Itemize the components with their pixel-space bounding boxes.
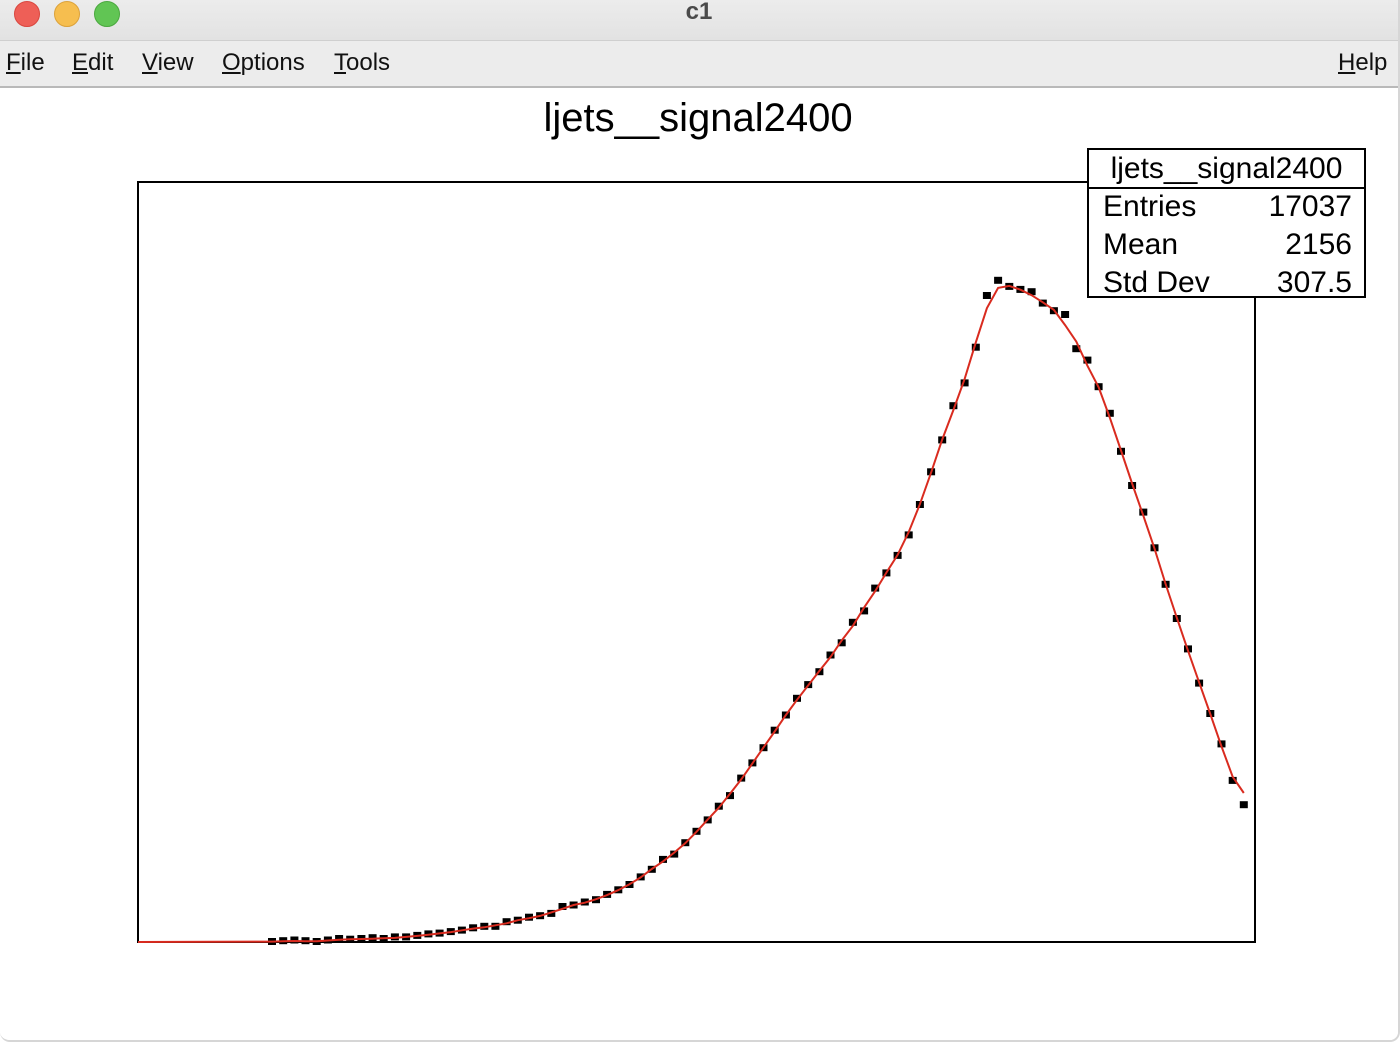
menu-help-label: elp <box>1355 49 1388 76</box>
menu-help-accel: H <box>1338 49 1356 76</box>
menu-options-label: ptions <box>240 49 305 76</box>
stats-box[interactable]: ljets__signal2400 Entries 17037 Mean 215… <box>1087 148 1366 299</box>
stats-row-entries: Entries 17037 <box>1089 190 1364 228</box>
stats-label: Mean <box>1103 228 1179 261</box>
stats-label: Std Dev <box>1103 266 1210 299</box>
data-marker <box>994 276 1003 284</box>
menu-tools-label: ools <box>346 49 391 76</box>
stats-value: 17037 <box>1268 190 1352 223</box>
data-marker <box>1061 311 1070 318</box>
stats-row-std-dev: Std Dev 307.5 <box>1089 266 1364 304</box>
menu-file-accel: F <box>6 49 21 76</box>
data-marker <box>1239 801 1248 809</box>
menu-view[interactable]: View <box>142 49 194 77</box>
window-title: c1 <box>685 0 713 25</box>
menu-file-label: ile <box>20 49 45 76</box>
stats-row-mean: Mean 2156 <box>1089 228 1364 266</box>
root-window: c1 File Edit View Options Tools Help lje… <box>0 0 1400 1042</box>
title-bar: c1 <box>0 0 1398 41</box>
data-marker <box>335 935 344 942</box>
root-canvas[interactable]: ljets__signal2400 ljets__signal2400 Entr… <box>0 88 1398 1040</box>
menu-edit-label: dit <box>88 49 114 76</box>
menu-edit-accel: E <box>72 49 89 76</box>
stats-value: 2156 <box>1285 228 1352 261</box>
stats-label: Entries <box>1103 190 1197 223</box>
menu-options[interactable]: Options <box>222 49 305 77</box>
menu-tools[interactable]: Tools <box>334 49 390 77</box>
stats-box-title: ljets__signal2400 <box>1089 150 1364 189</box>
menu-view-accel: V <box>142 49 158 76</box>
menu-edit[interactable]: Edit <box>72 49 113 77</box>
menu-view-label: iew <box>157 49 194 76</box>
menu-tools-accel: T <box>334 49 346 76</box>
menu-options-accel: O <box>222 49 241 76</box>
data-marker <box>982 292 991 299</box>
menu-help[interactable]: Help <box>1338 49 1387 77</box>
menu-bar: File Edit View Options Tools Help <box>0 41 1398 88</box>
menu-file[interactable]: File <box>6 49 45 77</box>
stats-value: 307.5 <box>1276 266 1352 299</box>
